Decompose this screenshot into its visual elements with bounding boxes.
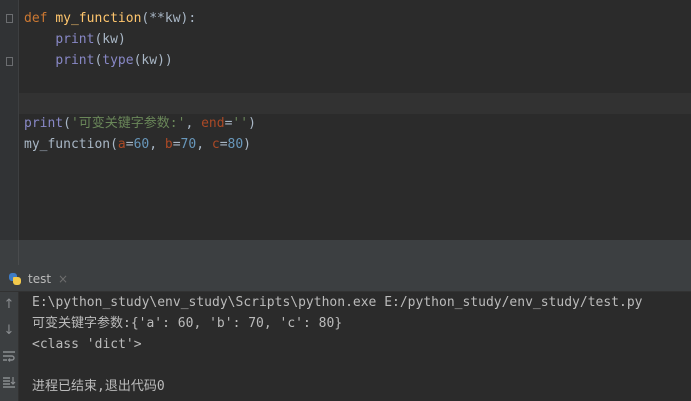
argument: kw [141,53,158,68]
fold-end-marker-icon[interactable] [6,57,13,66]
paren: )) [157,53,173,68]
current-line-highlight [19,93,691,114]
paren: ) [243,137,251,152]
console-line: 可变关键字参数:{'a': 60, 'b': 70, 'c': 80} [32,316,343,331]
keyword-arg: a [117,137,126,152]
comma: , [196,137,212,152]
arrow-down-icon[interactable]: ↓ [1,323,17,339]
editor-bottom-bar [0,240,691,265]
builtin: print [55,53,95,68]
number-literal: 60 [133,137,150,152]
paren: ( [110,137,118,152]
run-console[interactable]: E:\python_study\env_study\Scripts\python… [19,292,691,401]
arrow-up-icon[interactable]: ↑ [1,297,17,313]
builtin: print [24,116,64,131]
operator: = [219,137,228,152]
console-line: <class 'dict'> [32,337,142,352]
operator: ** [149,11,165,26]
code-line-4[interactable]: print('可变关键字参数:', end='') [24,113,256,134]
function-call: my_function [24,137,111,152]
builtin: type [102,53,134,68]
number-literal: 80 [227,137,244,152]
code-line-5[interactable]: my_function(a=60, b=70, c=80) [24,134,251,155]
function-name: my_function [55,11,142,26]
paren: ) [117,32,126,47]
string-literal: '' [232,116,249,131]
code-line-1[interactable]: def my_function(**kw): [24,8,196,29]
builtin: print [55,32,95,47]
code-line-2[interactable]: print(kw) [24,29,126,50]
scroll-to-end-icon[interactable] [1,375,17,391]
editor-gutter [0,0,19,240]
ide-window: def my_function(**kw): print(kw) print(t… [0,0,691,401]
divider [18,240,19,265]
code-line-3[interactable]: print(type(kw)) [24,50,173,71]
paren: ( [63,116,71,131]
argument: kw [102,32,118,47]
code-editor[interactable]: def my_function(**kw): print(kw) print(t… [0,0,691,240]
paren: ) [248,116,256,131]
keyword-arg: b [164,137,173,152]
run-tab-label: test [28,271,52,286]
soft-wrap-icon[interactable] [1,349,17,365]
comma: , [149,137,165,152]
paren: ): [180,11,197,26]
comma: , [185,116,202,131]
run-toolbar: ↑ ↓ [0,292,19,401]
close-icon[interactable]: × [58,272,68,286]
console-line: E:\python_study\env_study\Scripts\python… [32,295,643,310]
fold-marker-icon[interactable] [6,14,13,23]
parameter: kw [164,11,181,26]
console-line: 进程已结束,退出代码0 [32,379,165,394]
run-tab-test[interactable]: test × [8,265,68,292]
python-icon [8,272,22,286]
keyword-arg: c [211,137,220,152]
keyword: def [24,11,48,26]
operator: = [172,137,181,152]
run-tab-bar: test × [0,265,691,292]
string-literal: '可变关键字参数:' [70,116,186,131]
number-literal: 70 [180,137,197,152]
keyword-arg: end [201,116,225,131]
operator: = [125,137,134,152]
